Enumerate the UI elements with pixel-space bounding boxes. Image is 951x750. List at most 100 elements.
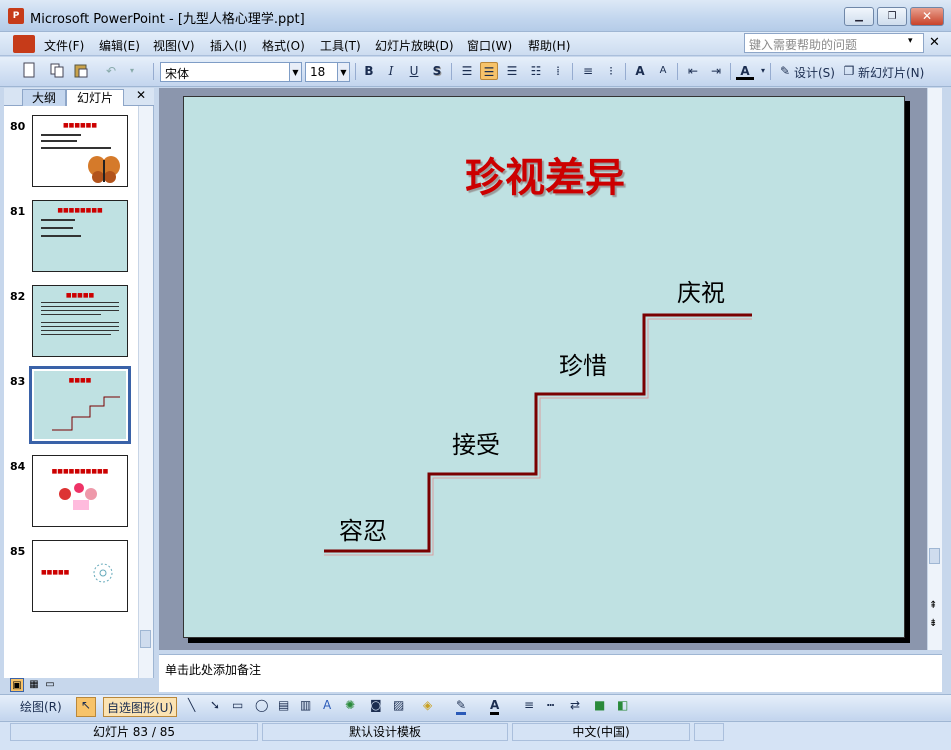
slides-pane-scrollbar[interactable]: [138, 106, 153, 678]
select-pointer-icon[interactable]: ↖: [76, 697, 96, 717]
document-close-icon[interactable]: ✕: [929, 35, 940, 50]
menu-format[interactable]: 格式(O): [262, 37, 305, 54]
underline-button[interactable]: U: [405, 62, 423, 80]
menu-edit[interactable]: 编辑(E): [99, 37, 140, 54]
increase-indent-icon[interactable]: ⇥: [707, 62, 725, 80]
step-label-accept[interactable]: 接受: [452, 425, 500, 460]
restore-button[interactable]: ❐: [877, 7, 907, 26]
textbox-tool-icon[interactable]: ▤: [278, 698, 289, 712]
notes-pane[interactable]: [159, 654, 942, 692]
paste-icon[interactable]: [72, 62, 90, 80]
menu-window[interactable]: 窗口(W): [467, 37, 512, 54]
shadow-style-icon[interactable]: ■: [594, 698, 605, 712]
thumbnail-title: ■■■■■: [41, 569, 70, 576]
bold-button[interactable]: B: [360, 62, 378, 80]
decrease-indent-icon[interactable]: ⇤: [684, 62, 702, 80]
numbering-icon[interactable]: ≡: [579, 62, 597, 80]
slide-thumbnail-80[interactable]: ■■■■■■: [32, 115, 128, 187]
menu-insert[interactable]: 插入(I): [210, 37, 247, 54]
font-size-dropdown-icon[interactable]: ▼: [337, 62, 350, 82]
align-right-icon[interactable]: ☰: [503, 62, 521, 80]
menu-help[interactable]: 帮助(H): [528, 37, 570, 54]
arrow-style-icon[interactable]: ⇄: [570, 698, 580, 712]
autoshapes-menu-button[interactable]: 自选图形(U): [103, 697, 178, 717]
font-name-field[interactable]: 宋体: [160, 62, 290, 82]
vertical-textbox-icon[interactable]: ▥: [300, 698, 311, 712]
powerpoint-app-icon[interactable]: P: [8, 8, 24, 24]
font-name-dropdown-icon[interactable]: ▼: [289, 62, 302, 82]
design-button[interactable]: 设计(S): [794, 64, 835, 81]
wordart-icon[interactable]: A: [323, 698, 331, 712]
clipart-icon[interactable]: ◙: [370, 698, 382, 712]
slide-number-83: 83: [10, 375, 26, 388]
new-slide-button[interactable]: 新幻灯片(N): [858, 64, 924, 81]
slide-sorter-view-icon[interactable]: ▦: [27, 678, 41, 692]
undo-icon[interactable]: ↶: [102, 62, 120, 80]
grow-font-button[interactable]: A: [631, 62, 649, 80]
oval-tool-icon[interactable]: ◯: [255, 698, 268, 712]
copy-icon[interactable]: [48, 62, 66, 80]
previous-slide-icon[interactable]: ⇞: [929, 600, 937, 611]
bullets-icon[interactable]: ⁝: [602, 62, 620, 80]
normal-view-icon[interactable]: ▣: [10, 678, 24, 692]
insert-picture-icon[interactable]: ▨: [393, 698, 404, 712]
design-icon[interactable]: ✎: [776, 62, 794, 80]
next-slide-icon[interactable]: ⇟: [929, 618, 937, 629]
undo-dropdown-icon[interactable]: ▾: [123, 62, 141, 80]
current-slide[interactable]: 珍视差异 容忍 接受 珍惜 庆祝: [183, 96, 905, 638]
thumbnail-text-line: [41, 227, 73, 229]
slideshow-view-icon[interactable]: ▭: [43, 678, 57, 692]
slide-thumbnail-83[interactable]: ■■■■: [29, 366, 131, 444]
slides-pane-scroll-thumb[interactable]: [140, 630, 151, 648]
line-color-icon[interactable]: ✎: [456, 698, 467, 715]
distribute-icon[interactable]: ☷: [527, 62, 545, 80]
fill-color-icon[interactable]: ◈: [423, 698, 432, 712]
text-direction-icon[interactable]: ⁞: [549, 62, 567, 80]
italic-button[interactable]: I: [382, 62, 400, 80]
rectangle-tool-icon[interactable]: ▭: [232, 698, 243, 712]
slide-area-scrollbar[interactable]: [927, 88, 942, 650]
new-document-icon[interactable]: [20, 62, 38, 80]
thumbnail-stairs: [52, 396, 120, 431]
3d-style-icon[interactable]: ◧: [617, 698, 628, 712]
drawing-font-color-icon[interactable]: A: [490, 698, 500, 715]
new-slide-icon[interactable]: ❐: [840, 62, 858, 80]
font-size-field[interactable]: 18: [305, 62, 338, 82]
help-search-input[interactable]: 键入需要帮助的问题: [744, 33, 924, 53]
menu-view[interactable]: 视图(V): [153, 37, 195, 54]
staircase-graphic[interactable]: [184, 97, 906, 639]
step-label-tolerate[interactable]: 容忍: [339, 511, 387, 546]
document-icon[interactable]: [13, 35, 35, 53]
menu-slideshow[interactable]: 幻灯片放映(D): [375, 37, 454, 54]
thumbnail-text-line: [41, 302, 119, 303]
step-label-cherish[interactable]: 珍惜: [559, 346, 607, 381]
slide-thumbnail-81[interactable]: ■■■■■■■■: [32, 200, 128, 272]
tab-outline[interactable]: 大纲: [22, 89, 66, 106]
menu-tools[interactable]: 工具(T): [320, 37, 361, 54]
slide-area-scroll-thumb[interactable]: [929, 548, 940, 564]
notes-placeholder[interactable]: 单击此处添加备注: [165, 661, 261, 678]
menu-file[interactable]: 文件(F): [44, 37, 84, 54]
shrink-font-button[interactable]: A: [654, 62, 672, 80]
tab-slides[interactable]: 幻灯片: [66, 89, 124, 106]
help-dropdown-icon[interactable]: ▾: [908, 36, 913, 46]
shadow-button[interactable]: S: [428, 62, 446, 80]
align-center-icon[interactable]: ☰: [480, 62, 498, 80]
draw-menu-button[interactable]: 绘图(R): [20, 698, 62, 715]
font-color-button[interactable]: A: [736, 62, 754, 80]
line-style-icon[interactable]: ≡: [524, 698, 534, 712]
step-label-celebrate[interactable]: 庆祝: [677, 273, 725, 308]
slide-thumbnail-84[interactable]: ■■■■■■■■■■: [32, 455, 128, 527]
pane-close-icon[interactable]: ✕: [136, 88, 146, 102]
close-button[interactable]: ✕: [910, 7, 944, 26]
slide-thumbnail-82[interactable]: ■■■■■: [32, 285, 128, 357]
slide-thumbnail-85[interactable]: ■■■■■: [32, 540, 128, 612]
diagram-icon[interactable]: ✺: [345, 698, 355, 712]
toolbar-separator: [730, 63, 731, 80]
minimize-button[interactable]: ▁: [844, 7, 874, 26]
arrow-tool-icon[interactable]: ➘: [210, 698, 220, 712]
align-left-icon[interactable]: ☰: [458, 62, 476, 80]
line-tool-icon[interactable]: ╲: [188, 698, 195, 712]
dash-style-icon[interactable]: ┅: [547, 698, 554, 712]
toolbar-separator: [572, 63, 573, 80]
